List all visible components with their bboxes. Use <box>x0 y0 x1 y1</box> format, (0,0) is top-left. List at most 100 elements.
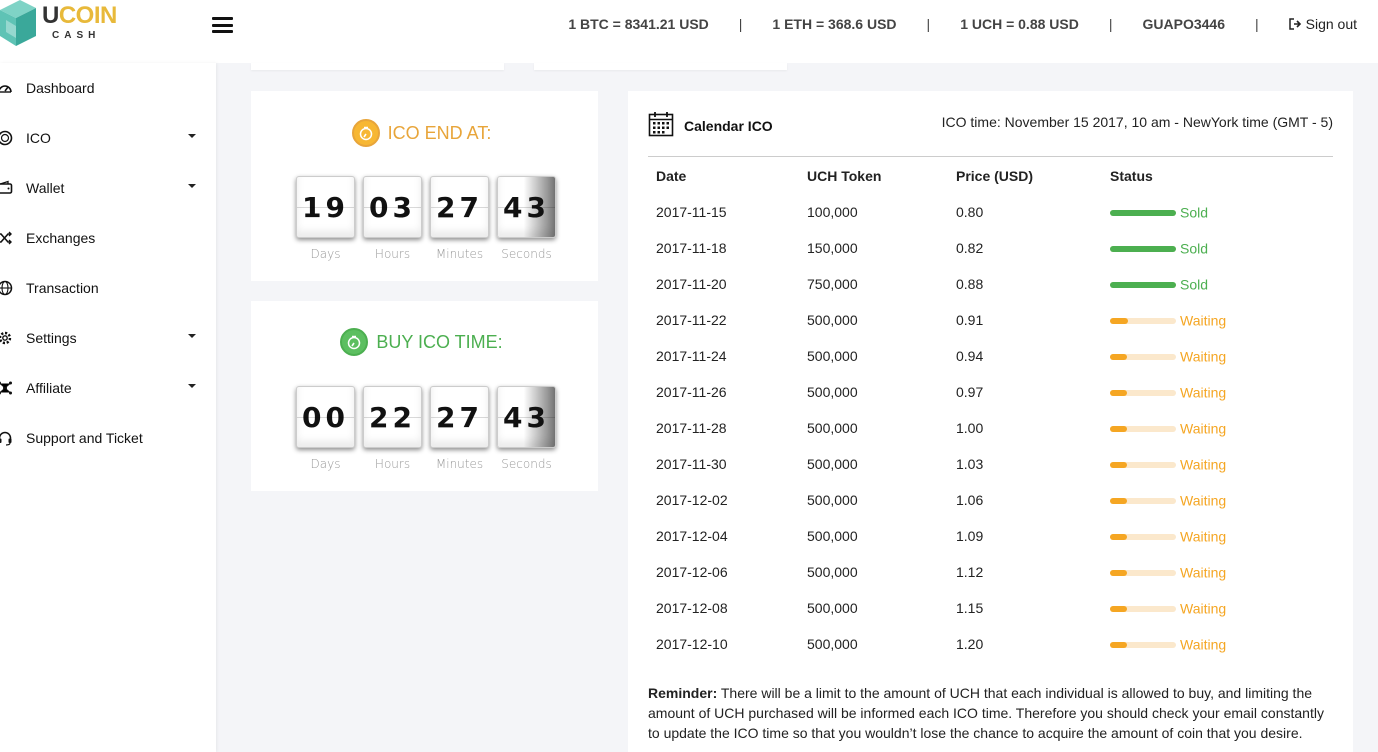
sidebar-item-label: Exchanges <box>26 230 96 246</box>
cell-status: Waiting <box>1102 338 1333 374</box>
sidebar-item-support[interactable]: Support and Ticket <box>0 423 216 453</box>
table-row: 2017-11-20 750,000 0.88 Sold <box>648 266 1333 302</box>
countdown-minutes: 27 <box>430 176 489 238</box>
cell-tokens: 100,000 <box>807 204 858 220</box>
sidebar-item-label: ICO <box>26 130 51 146</box>
chevron-down-icon[interactable] <box>188 334 196 338</box>
progress-fill <box>1110 569 1127 576</box>
progress-bar <box>1110 605 1176 612</box>
cell-date: 2017-12-08 <box>656 600 728 616</box>
cell-price: 1.03 <box>956 456 984 472</box>
chevron-down-icon[interactable] <box>188 134 196 138</box>
countdown-minutes: 27 <box>430 386 489 448</box>
table-row: 2017-11-26 500,000 0.97 Waiting <box>648 374 1333 410</box>
stopwatch-icon <box>340 328 369 356</box>
unit-minutes: Minutes <box>435 247 484 261</box>
status-label: Waiting <box>1180 492 1227 509</box>
sidebar-item-transaction[interactable]: Transaction <box>0 273 216 303</box>
sign-out-button[interactable]: Sign out <box>1288 16 1357 32</box>
progress-bar <box>1110 389 1176 396</box>
cell-date: 2017-11-20 <box>656 276 727 292</box>
countdown-days: 19 <box>296 176 355 238</box>
cell-date: 2017-12-04 <box>656 528 728 544</box>
ico-calendar-table: Date UCH Token Price (USD) Status 2017-1… <box>648 158 1333 662</box>
progress-fill <box>1110 533 1127 540</box>
countdown-hours: 03 <box>363 176 422 238</box>
progress-fill <box>1110 353 1127 360</box>
unit-seconds: Seconds <box>501 457 552 471</box>
calendar-title: Calendar ICO <box>648 111 773 140</box>
sidebar-item-affiliate[interactable]: Affiliate <box>0 373 216 403</box>
cell-tokens: 500,000 <box>807 420 858 436</box>
unit-days: Days <box>310 247 341 261</box>
buy-ico-card: BUY ICO TIME: 00 22 27 43 Days Hours Min… <box>251 301 598 491</box>
cell-status: Waiting <box>1102 446 1333 482</box>
ico-end-title: ICO END AT: <box>248 119 595 147</box>
status-label: Waiting <box>1180 528 1227 545</box>
chevron-down-icon[interactable] <box>188 184 196 188</box>
cell-status: Waiting <box>1102 302 1333 338</box>
cell-date: 2017-11-18 <box>656 240 727 256</box>
sidebar-item-label: Support and Ticket <box>26 430 143 446</box>
sidebar-item-dashboard[interactable]: Dashboard <box>0 73 216 103</box>
progress-fill <box>1110 281 1176 288</box>
status-label: Sold <box>1180 276 1209 293</box>
cell-tokens: 150,000 <box>807 240 858 256</box>
progress-fill <box>1110 209 1176 216</box>
sidebar-item-label: Dashboard <box>26 80 95 96</box>
chevron-down-icon[interactable] <box>188 384 196 388</box>
sidebar-item-exchanges[interactable]: Exchanges <box>0 223 216 253</box>
sidebar-item-ico[interactable]: ICO <box>0 123 216 153</box>
cell-date: 2017-12-02 <box>656 492 728 508</box>
cell-status: Waiting <box>1102 626 1333 662</box>
sign-out-label: Sign out <box>1305 16 1357 32</box>
cell-status: Waiting <box>1102 590 1333 626</box>
sidebar-item-wallet[interactable]: Wallet <box>0 173 216 203</box>
status-label: Waiting <box>1180 600 1227 617</box>
status-label: Waiting <box>1180 636 1227 653</box>
buy-ico-title: BUY ICO TIME: <box>248 328 595 356</box>
username[interactable]: GUAPO3446 <box>1143 16 1225 32</box>
buy-ico-label: BUY ICO TIME: <box>376 331 503 352</box>
progress-bar <box>1110 425 1176 432</box>
globe-icon <box>0 280 13 296</box>
separator: | <box>1254 16 1259 32</box>
progress-fill <box>1110 389 1127 396</box>
status-label: Waiting <box>1180 348 1227 365</box>
cell-price: 1.09 <box>956 528 984 544</box>
countdown-days: 00 <box>296 386 355 448</box>
cell-tokens: 750,000 <box>807 276 858 292</box>
cell-date: 2017-12-10 <box>656 636 728 652</box>
progress-fill <box>1110 245 1176 252</box>
cell-tokens: 500,000 <box>807 600 858 616</box>
cell-date: 2017-11-28 <box>656 420 727 436</box>
sidebar-item-settings[interactable]: Settings <box>0 323 216 353</box>
ucoin-cash-logo[interactable]: UCOIN CASH <box>0 0 117 50</box>
table-body: 2017-11-15 100,000 0.80 Sold 2017-11-18 150,0… <box>648 194 1333 662</box>
table-row: 2017-11-24 500,000 0.94 Waiting <box>648 338 1333 374</box>
progress-bar <box>1110 209 1176 216</box>
cell-price: 1.12 <box>956 564 984 580</box>
cell-tokens: 500,000 <box>807 348 858 364</box>
progress-bar <box>1110 353 1176 360</box>
logo-cube-icon <box>0 0 36 46</box>
reminder-text: There will be a limit to the amount of U… <box>648 685 1324 741</box>
rates-bar: 1 BTC = 8341.21 USD | 1 ETH = 368.6 USD … <box>568 16 1357 32</box>
status-label: Waiting <box>1180 312 1227 329</box>
cell-tokens: 500,000 <box>807 312 858 328</box>
progress-fill <box>1110 317 1129 324</box>
sidebar: Dashboard ICO Wallet Exchanges Transacti… <box>0 63 216 752</box>
cell-price: 1.00 <box>956 420 984 436</box>
separator: | <box>926 16 931 32</box>
progress-fill <box>1110 425 1127 432</box>
cell-status: Waiting <box>1102 554 1333 590</box>
shuffle-icon <box>0 230 13 246</box>
sign-out-icon <box>1288 18 1301 30</box>
hamburger-icon[interactable] <box>212 17 233 33</box>
table-row: 2017-11-22 500,000 0.91 Waiting <box>648 302 1333 338</box>
cell-price: 0.97 <box>956 384 984 400</box>
ico-time: ICO time: November 15 2017, 10 am - NewY… <box>941 114 1333 130</box>
table-row: 2017-11-30 500,000 1.03 Waiting <box>648 446 1333 482</box>
cell-date: 2017-11-24 <box>656 348 727 364</box>
cell-date: 2017-11-22 <box>656 312 727 328</box>
